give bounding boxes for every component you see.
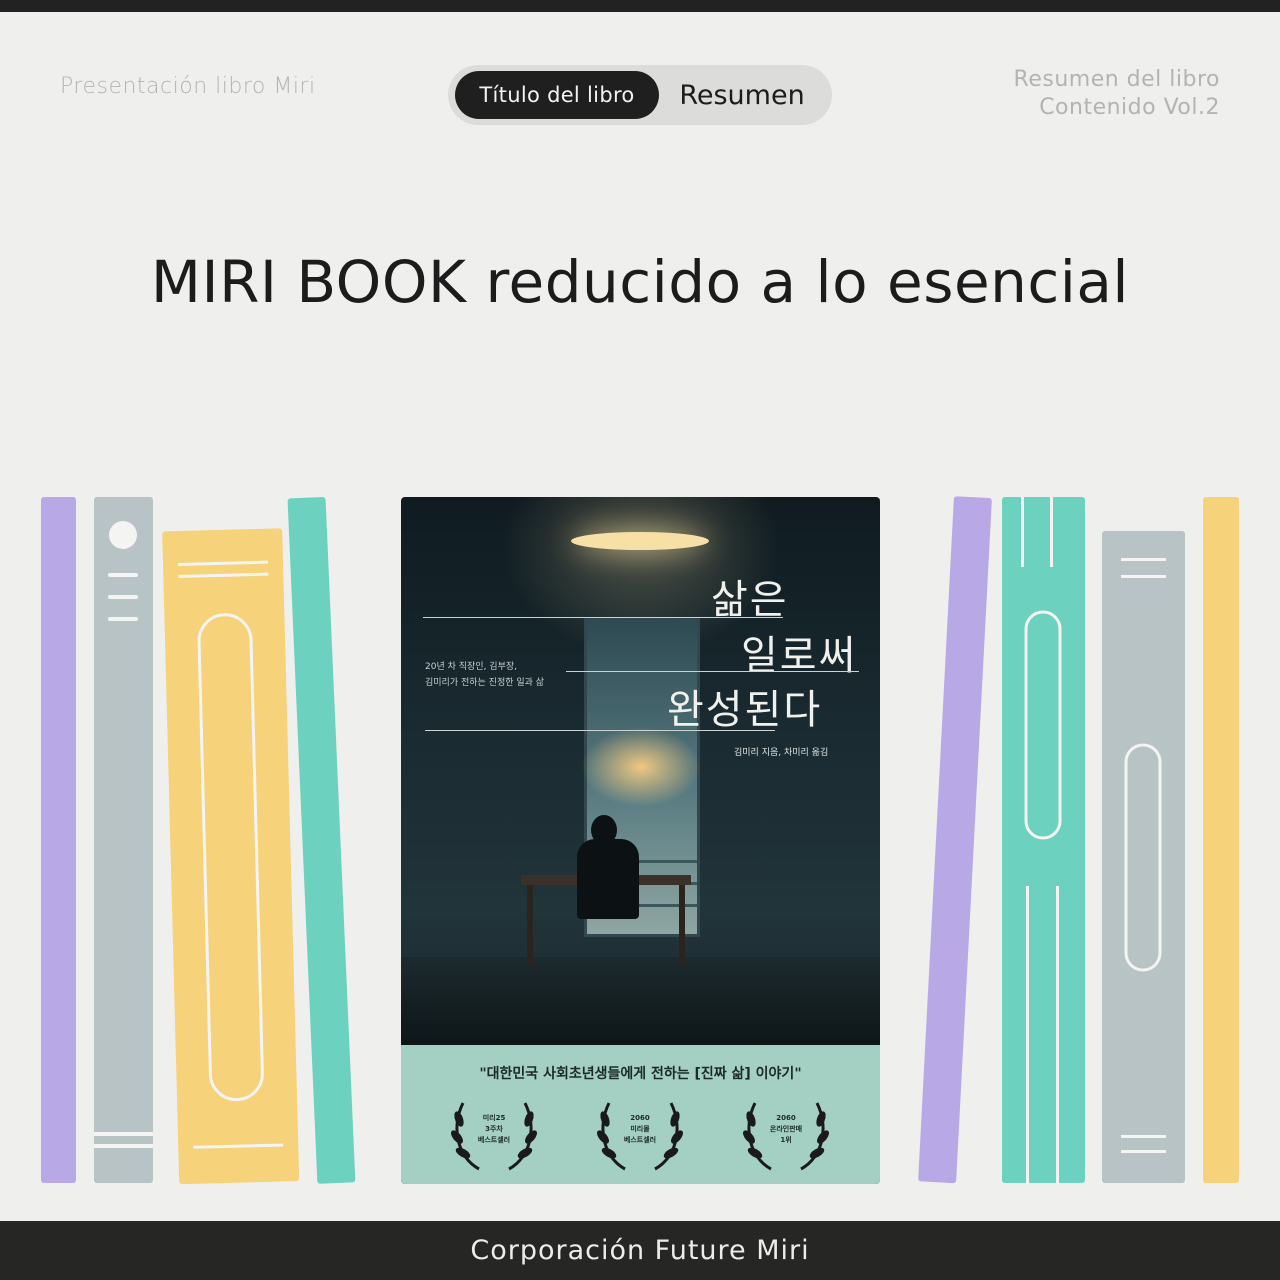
spine-yellow-right (1203, 497, 1239, 1183)
top-bar (0, 0, 1280, 12)
spine-teal-right (1002, 497, 1085, 1183)
presentation-label: Presentación libro Miri (60, 74, 316, 99)
toggle-option-book-title[interactable]: Título del libro (455, 71, 659, 119)
award-line: 베스트셀러 (477, 1136, 511, 1144)
toggle-option-summary[interactable]: Resumen (659, 71, 825, 119)
cover-title-line-2: 일로써 (741, 633, 858, 679)
award-line: 온라인판매 (769, 1125, 803, 1133)
award-line: 2060 (776, 1114, 796, 1122)
person-body (577, 839, 639, 919)
footer: Corporación Future Miri (0, 1221, 1280, 1280)
award-line: 2060 (630, 1114, 650, 1122)
page-title: MIRI BOOK reducido a lo esencial (150, 248, 1130, 316)
cover-quote: "대한민국 사회초년생들에게 전하는 [진짜 삶] 이야기" (479, 1066, 802, 1082)
content-volume-label: Resumen del libro Contenido Vol.2 (1014, 66, 1220, 122)
spine-gray-right (1102, 531, 1185, 1183)
summary-heading: Resumen del libro (1013, 67, 1220, 92)
cover-subtitle-line-1: 20년 차 직장인, 김부장, (425, 662, 517, 672)
award-text: 미리25 3주차 베스트셀러 (449, 1113, 539, 1146)
cover-rule (423, 617, 783, 618)
company-name: Corporación Future Miri (470, 1235, 810, 1266)
cover-subtitle-line-2: 김미리가 전하는 진정한 일과 삶 (425, 678, 545, 688)
volume-heading: Contenido Vol.2 (1039, 95, 1220, 120)
right-book-spines (918, 496, 1239, 1184)
desk-leg (527, 885, 533, 965)
desk-lamp-glow (581, 727, 701, 807)
award-line: 3주차 (485, 1125, 503, 1133)
award-laurel: 2060 온라인판매 1위 (741, 1097, 831, 1177)
spine-teal (287, 497, 356, 1184)
left-book-spines (41, 497, 356, 1185)
award-line: 베스트셀러 (623, 1136, 657, 1144)
spine-gray (94, 497, 153, 1183)
award-text: 2060 온라인판매 1위 (741, 1113, 831, 1146)
award-line: 미리25 (482, 1114, 506, 1122)
book-cover[interactable]: 삶은 일로써 완성된다 20년 차 직장인, 김부장, 김미리가 전하는 진정한… (401, 497, 880, 1184)
award-line: 미리몰 (630, 1125, 650, 1133)
office-floor (401, 957, 880, 1047)
cover-rule (566, 671, 859, 672)
cover-band: "대한민국 사회초년생들에게 전하는 [진짜 삶] 이야기" 미리25 3주차 … (401, 1045, 880, 1184)
spine-lavender (41, 497, 76, 1183)
award-laurel: 미리25 3주차 베스트셀러 (449, 1097, 539, 1177)
award-text: 2060 미리몰 베스트셀러 (595, 1113, 685, 1146)
award-laurel: 2060 미리몰 베스트셀러 (595, 1097, 685, 1177)
cover-subtitle: 20년 차 직장인, 김부장, 김미리가 전하는 진정한 일과 삶 (425, 659, 595, 691)
award-line: 1위 (780, 1136, 792, 1144)
desk-leg (679, 885, 685, 965)
spine-lavender-right (918, 496, 992, 1184)
ceiling-lamp (571, 532, 709, 550)
cover-author: 김미리 지음, 차미리 옮김 (734, 748, 829, 758)
view-toggle[interactable]: Título del libro Resumen (448, 65, 832, 125)
spine-yellow (162, 528, 300, 1185)
cover-rule (425, 730, 775, 731)
cover-title-line-3: 완성된다 (667, 687, 823, 733)
